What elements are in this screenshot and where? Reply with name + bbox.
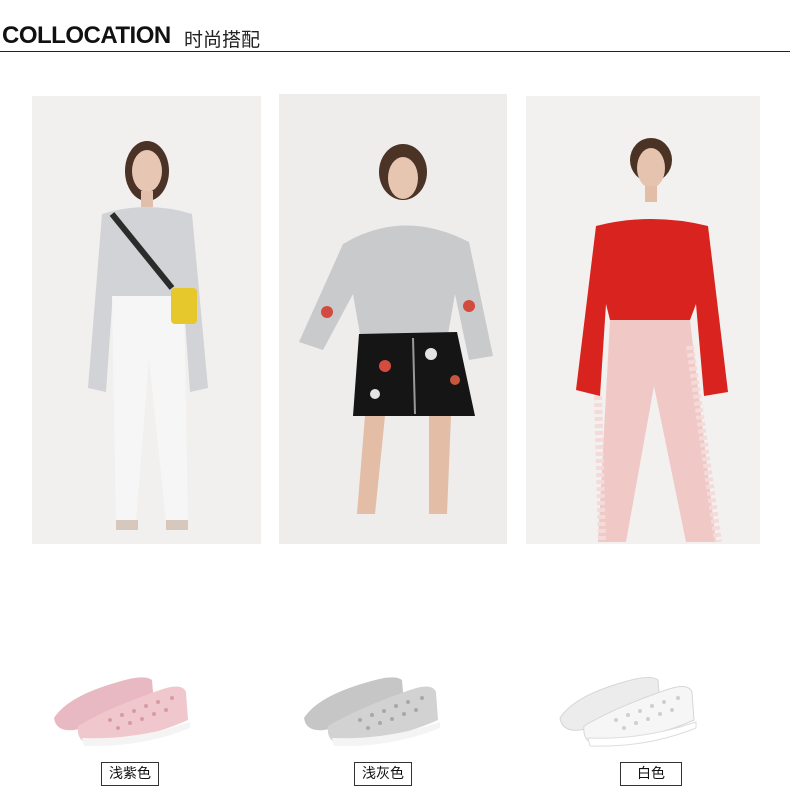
- color-label-1: 浅紫色: [101, 762, 159, 786]
- section-title-cn: 时尚搭配: [184, 29, 261, 51]
- header-divider: [0, 51, 790, 52]
- section-title-en: COLLOCATION: [2, 22, 171, 49]
- color-label-3: 白色: [620, 762, 682, 786]
- shoe-image-white: [556, 668, 716, 750]
- look-photo-1: [32, 96, 261, 544]
- color-label-2: 浅灰色: [354, 762, 412, 786]
- shoe-image-light-grey: [300, 668, 460, 750]
- look-photo-3: [526, 96, 760, 544]
- section-header: COLLOCATION 时尚搭配: [0, 18, 790, 52]
- look-photo-2: [279, 94, 507, 544]
- shoe-image-light-purple: [48, 668, 208, 750]
